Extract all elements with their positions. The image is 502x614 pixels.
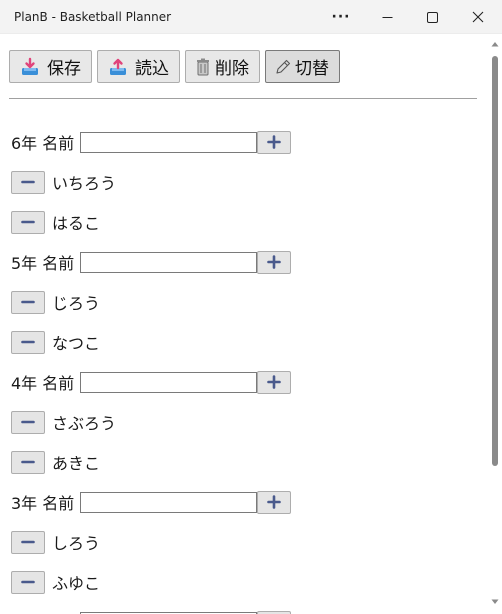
add-player-button[interactable] (257, 370, 292, 394)
scroll-down-icon[interactable] (491, 598, 499, 606)
maximize-icon (426, 11, 438, 23)
grade-name-label: 3年 名前 (11, 494, 75, 513)
scroll-thumb[interactable] (492, 56, 498, 466)
grade-row: 5年 名前 (11, 242, 481, 282)
save-tray-icon (19, 56, 41, 78)
grade-name-label: 4年 名前 (11, 374, 75, 393)
minus-icon (21, 340, 35, 344)
plus-icon (267, 375, 282, 389)
player-row: ふゆこ (11, 562, 481, 602)
player-row: なつこ (11, 322, 481, 362)
name-input[interactable] (80, 251, 258, 273)
minus-icon (21, 300, 35, 304)
minus-icon (21, 580, 35, 584)
plus-icon (267, 135, 282, 149)
remove-player-button[interactable] (11, 450, 45, 474)
load-tray-icon (107, 56, 129, 78)
player-row: しろう (11, 522, 481, 562)
player-row: じろう (11, 282, 481, 322)
delete-button[interactable]: 削除 (185, 50, 260, 83)
player-row: さぶろう (11, 402, 481, 442)
plus-icon (267, 255, 282, 269)
minimize-button[interactable] (364, 0, 410, 34)
more-icon: ··· (331, 9, 351, 25)
player-name: さぶろう (52, 414, 117, 433)
load-label: 読込 (135, 59, 169, 79)
window-title: PlanB - Basketball Planner (14, 10, 172, 24)
grade-row: 3年 名前 (11, 482, 481, 522)
player-name: はるこ (52, 214, 101, 233)
name-input[interactable] (80, 131, 258, 153)
trash-icon (195, 56, 211, 78)
switch-button[interactable]: 切替 (265, 50, 340, 83)
save-label: 保存 (47, 59, 81, 79)
player-name: なつこ (52, 334, 101, 353)
grade-row: 4年 名前 (11, 362, 481, 402)
add-player-button[interactable] (257, 130, 292, 154)
vertical-scrollbar[interactable] (488, 34, 502, 614)
switch-label: 切替 (295, 59, 329, 79)
player-name: あきこ (52, 454, 101, 473)
minus-icon (21, 180, 35, 184)
name-input[interactable] (80, 491, 258, 513)
remove-player-button[interactable] (11, 170, 45, 194)
minus-icon (21, 460, 35, 464)
player-row: はるこ (11, 202, 481, 242)
grade-name-label: 6年 名前 (11, 134, 75, 153)
remove-player-button[interactable] (11, 570, 45, 594)
player-name: じろう (52, 294, 101, 313)
player-name: ふゆこ (52, 574, 101, 593)
grade-name-label: 2年 名前 (11, 610, 74, 614)
close-button[interactable] (455, 0, 501, 34)
save-button[interactable]: 保存 (9, 50, 92, 83)
remove-player-button[interactable] (11, 290, 45, 314)
pencil-icon (275, 56, 291, 78)
grade-row: 2年 名前 (11, 602, 481, 614)
player-name: いちろう (52, 174, 117, 193)
title-bar: PlanB - Basketball Planner ··· (0, 0, 502, 34)
player-name: しろう (52, 534, 101, 553)
player-row: いちろう (11, 162, 481, 202)
remove-player-button[interactable] (11, 410, 45, 434)
add-player-button[interactable] (257, 250, 292, 274)
delete-label: 削除 (215, 59, 249, 79)
maximize-button[interactable] (409, 0, 455, 34)
load-button[interactable]: 読込 (97, 50, 180, 83)
add-player-button[interactable] (257, 610, 292, 614)
add-player-button[interactable] (257, 490, 292, 514)
separator (9, 98, 477, 99)
main-content: 保存 読込 削除 切替 6年 名前 いちろう はるこ 5年 名前 じろう なつこ… (0, 34, 488, 614)
minus-icon (21, 540, 35, 544)
player-row: あきこ (11, 442, 481, 482)
grade-row: 6年 名前 (11, 122, 481, 162)
minus-icon (21, 220, 35, 224)
close-icon (472, 11, 484, 23)
name-input[interactable] (80, 371, 258, 393)
minus-icon (21, 420, 35, 424)
remove-player-button[interactable] (11, 530, 45, 554)
more-options-button[interactable]: ··· (318, 0, 364, 34)
remove-player-button[interactable] (11, 330, 45, 354)
minimize-icon (382, 16, 392, 18)
grade-name-label: 5年 名前 (11, 254, 75, 273)
toolbar: 保存 読込 削除 切替 (9, 50, 340, 83)
grade-list: 6年 名前いちろうはるこ 5年 名前じろうなつこ 4年 名前さぶろうあきこ 3年 名前… (11, 122, 481, 614)
remove-player-button[interactable] (11, 210, 45, 234)
plus-icon (267, 495, 282, 509)
scroll-up-icon[interactable] (491, 40, 499, 48)
